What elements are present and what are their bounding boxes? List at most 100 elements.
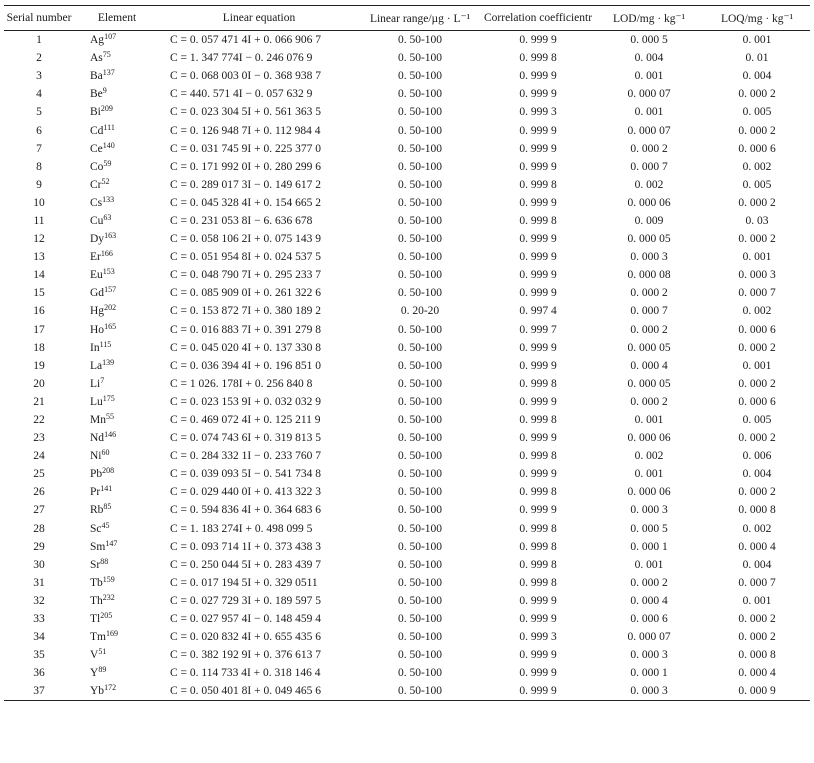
isotope-mass: 159 <box>102 574 115 584</box>
element-symbol: As <box>90 52 103 65</box>
linear-range-cell: 0. 50-100 <box>397 432 443 445</box>
lod-cell: 0. 000 07 <box>627 631 671 644</box>
table-row: 25 Pb208 C = 0. 039 093 5I − 0. 541 734 8 0… <box>4 465 810 483</box>
table-row: 11 Cu63 C = 0. 231 053 8I − 6. 636 678 0. 5… <box>4 212 810 230</box>
isotope-mass: 166 <box>100 249 113 259</box>
element-cell: Yb172 <box>74 682 160 702</box>
lod-cell: 0. 000 06 <box>627 432 671 445</box>
serial-number-cell: 33 <box>33 613 45 626</box>
serial-number-cell: 37 <box>4 682 74 702</box>
linear-range-cell: 0. 50-100 <box>397 576 443 589</box>
linear-range-cell: 0. 50-100 <box>397 486 443 499</box>
serial-number-cell: 30 <box>33 558 45 571</box>
element-cell: Ag107 <box>74 31 160 50</box>
correlation-cell: 0. 999 8 <box>519 540 557 553</box>
linear-equation-cell: C = 0. 594 836 4I + 0. 364 683 6 <box>170 504 321 517</box>
isotope-mass: 107 <box>104 32 117 42</box>
correlation-cell: 0. 999 8 <box>519 522 557 535</box>
isotope-mass: 232 <box>102 592 115 602</box>
isotope-mass: 139 <box>102 357 115 367</box>
isotope-mass: 63 <box>103 212 112 222</box>
serial-number-cell: 16 <box>33 305 45 318</box>
element-cell: Be9 <box>74 85 160 103</box>
loq-cell: 0. 006 <box>742 450 772 463</box>
page: Serial number Element Linear equation Li… <box>0 0 814 763</box>
lod-cell: 0. 000 2 <box>630 576 668 589</box>
serial-number-cell: 5 <box>36 106 42 119</box>
element-symbol: Ni <box>90 450 102 463</box>
lod-cell: 0. 001 <box>634 558 664 571</box>
lod-cell: 0. 000 07 <box>627 124 671 137</box>
linear-range-cell: 0. 50-100 <box>358 682 482 702</box>
correlation-cell: 0. 999 8 <box>519 52 557 65</box>
linear-equation-cell: C = 0. 029 440 0I + 0. 413 322 3 <box>170 486 321 499</box>
lod-cell: 0. 000 2 <box>630 287 668 300</box>
table-row: 30 Sr88 C = 0. 250 044 5I + 0. 283 439 7 0.… <box>4 556 810 574</box>
linear-range-cell: 0. 50-100 <box>397 450 443 463</box>
serial-number-cell: 29 <box>33 540 45 553</box>
loq-cell: 0. 005 <box>742 414 772 427</box>
element-cell: Y89 <box>74 664 160 682</box>
linear-range-cell: 0. 50-100 <box>397 88 443 101</box>
linear-equation-cell: C = 1. 183 274I + 0. 498 099 5 <box>170 522 313 535</box>
element-symbol: Sc <box>90 522 102 535</box>
linear-range-cell: 0. 50-100 <box>397 124 443 137</box>
isotope-mass: 202 <box>104 303 117 313</box>
linear-equation-cell: C = 0. 027 957 4I − 0. 148 459 4 <box>170 613 321 626</box>
serial-number-cell: 2 <box>36 52 42 65</box>
linear-range-cell: 0. 50-100 <box>397 52 443 65</box>
correlation-cell: 0. 999 9 <box>519 287 557 300</box>
isotope-mass: 85 <box>103 502 112 512</box>
table-body: 1 Ag107 C = 0. 057 471 4I + 0. 066 906 7 0.… <box>4 31 810 702</box>
correlation-cell: 0. 999 9 <box>519 504 557 517</box>
loq-cell: 0. 000 2 <box>738 613 776 626</box>
element-symbol: Tm <box>90 631 106 644</box>
lod-cell: 0. 009 <box>634 214 664 227</box>
lod-cell: 0. 000 06 <box>627 486 671 499</box>
lod-cell: 0. 000 4 <box>630 359 668 372</box>
table-row: 7 Ce140 C = 0. 031 745 9I + 0. 225 377 0 0.… <box>4 140 810 158</box>
linear-range-cell: 0. 50-100 <box>397 233 443 246</box>
element-symbol: Eu <box>90 269 103 282</box>
linear-equation-cell: C = 0. 048 790 7I + 0. 295 233 7 <box>170 269 321 282</box>
linear-equation-cell: C = 0. 039 093 5I − 0. 541 734 8 <box>170 468 321 481</box>
lod-cell: 0. 000 3 <box>630 504 668 517</box>
element-symbol: Hg <box>90 305 105 318</box>
linear-equation-cell: C = 0. 036 394 4I + 0. 196 851 0 <box>170 359 321 372</box>
header-serial-number: Serial number <box>4 5 74 31</box>
loq-cell: 0. 004 <box>742 558 772 571</box>
serial-number-cell: 3 <box>36 70 42 83</box>
element-symbol: Be <box>90 88 103 101</box>
loq-cell: 0. 004 <box>742 70 772 83</box>
isotope-mass: 153 <box>102 267 115 277</box>
isotope-mass: 75 <box>102 50 111 60</box>
linear-equation-cell: C = 0. 020 832 4I + 0. 655 435 6 <box>170 631 321 644</box>
element-symbol: Sm <box>90 540 106 553</box>
lod-cell: 0. 000 2 <box>630 395 668 408</box>
serial-number-cell: 1 <box>36 34 42 47</box>
loq-cell: 0. 000 7 <box>738 287 776 300</box>
linear-equation-cell: C = 0. 093 714 1I + 0. 373 438 3 <box>170 540 321 553</box>
isotope-mass: 169 <box>105 629 118 639</box>
lod-cell: 0. 000 05 <box>627 377 671 390</box>
correlation-cell: 0. 999 9 <box>519 432 557 445</box>
linear-equation-cell: C = 440. 571 4I − 0. 057 632 9 <box>170 88 313 101</box>
correlation-cell: 0. 999 9 <box>519 88 557 101</box>
loq-cell: 0. 000 2 <box>738 377 776 390</box>
table-row: 35 V51 C = 0. 382 192 9I + 0. 376 613 7 0. … <box>4 646 810 664</box>
linear-range-cell: 0. 50-100 <box>397 160 443 173</box>
isotope-mass: 9 <box>102 86 107 96</box>
element-symbol: Li <box>90 377 101 390</box>
correlation-cell: 0. 999 7 <box>519 323 557 336</box>
correlation-cell: 0. 999 8 <box>519 178 557 191</box>
correlation-cell: 0. 999 9 <box>519 667 557 680</box>
header-row: Serial number Element Linear equation Li… <box>4 5 810 31</box>
table-row: 27 Rb85 C = 0. 594 836 4I + 0. 364 683 6 0.… <box>4 501 810 519</box>
linear-range-cell: 0. 50-100 <box>397 377 443 390</box>
loq-cell: 0. 004 <box>742 468 772 481</box>
serial-number-cell: 17 <box>33 323 45 336</box>
correlation-cell: 0. 999 9 <box>519 594 557 607</box>
table-row: 34 Tm169 C = 0. 020 832 4I + 0. 655 435 6 0… <box>4 628 810 646</box>
isotope-mass: 141 <box>100 484 113 494</box>
isotope-mass: 208 <box>102 466 115 476</box>
